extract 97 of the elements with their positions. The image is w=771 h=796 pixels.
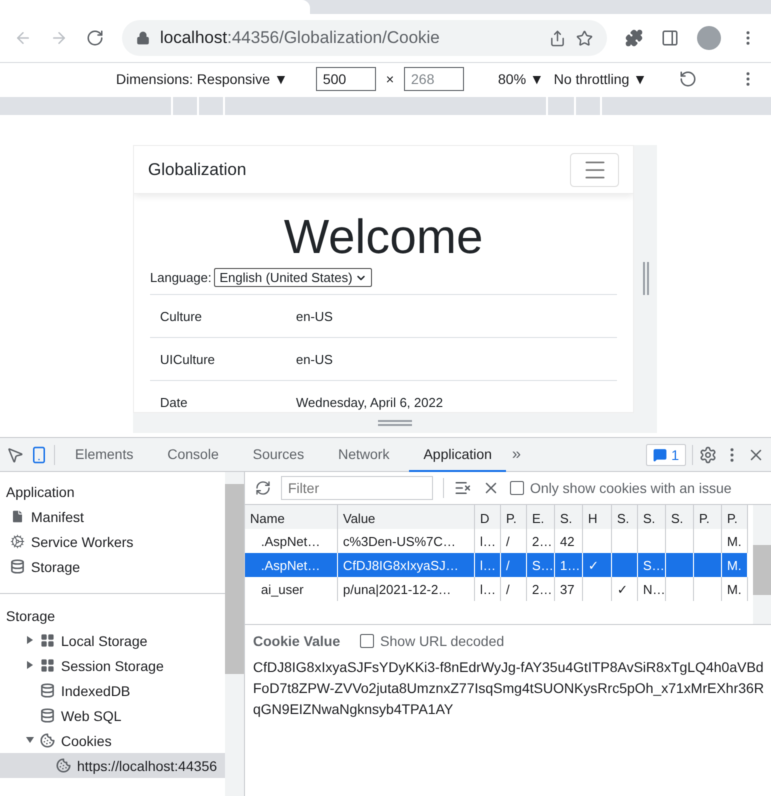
table-cell: Wednesday, April 6, 2022 [296, 394, 443, 410]
devtools-tab[interactable]: Elements [61, 438, 148, 472]
table-cell: M. [722, 553, 748, 577]
database-icon [40, 683, 55, 698]
clear-filter-icon[interactable] [454, 479, 472, 497]
table-cell: ✓ [583, 553, 612, 577]
table-cell [666, 553, 694, 577]
table-cell: / [501, 553, 527, 577]
lock-icon [136, 31, 150, 45]
device-icon[interactable] [30, 446, 48, 464]
grid-icon [40, 658, 55, 673]
sidebar-item[interactable]: Service Workers [0, 529, 225, 554]
table-cell: S… [527, 553, 555, 577]
table-cell [612, 529, 638, 553]
devtools-tab[interactable]: Console [153, 438, 233, 472]
table-cell: S… [638, 553, 666, 577]
table-cell [666, 529, 694, 553]
puzzle-icon[interactable] [625, 29, 643, 47]
star-icon[interactable] [576, 30, 593, 46]
message-icon [653, 448, 668, 462]
table-row[interactable]: .AspNet… [245, 553, 338, 577]
sidebar-item[interactable]: Cookies [0, 728, 225, 753]
table-cell: / [501, 529, 527, 553]
devtools-tab[interactable]: Sources [238, 438, 318, 472]
table-cell: M. [722, 529, 748, 553]
table-cell [583, 529, 612, 553]
inspect-icon[interactable] [6, 446, 24, 464]
table-cell: c%3Den-US%7C… [338, 529, 475, 553]
height-input[interactable]: 268 [404, 66, 464, 90]
devtools-tab[interactable]: Network [324, 438, 404, 472]
resize-handle[interactable] [378, 420, 412, 426]
table-cell: l… [475, 553, 501, 577]
section-title: Application [5, 483, 76, 502]
share-icon[interactable] [549, 30, 566, 46]
table-cell-text: Culture [159, 308, 203, 324]
table-row[interactable]: .AspNet… [245, 529, 338, 553]
table-cell [612, 553, 638, 577]
times-sign: × [386, 70, 394, 86]
scrollbar-thumb[interactable] [225, 484, 244, 674]
collapsed-triangle-icon[interactable] [26, 636, 34, 644]
refresh-icon[interactable] [255, 480, 271, 496]
throttling-dropdown[interactable]: No throttling ▼ [554, 70, 648, 86]
table-cell: 42 [555, 529, 583, 553]
checkbox-label: Only show cookies with an issue [530, 480, 732, 496]
table-cell: en-US [296, 352, 333, 366]
filter-input[interactable]: Filter [281, 476, 433, 500]
sidebar-item[interactable]: https://localhost:44356 [0, 753, 225, 778]
grid-icon [40, 633, 55, 648]
section-title: Storage [5, 607, 56, 626]
table-cell: en-US [296, 308, 333, 324]
sidebar-item[interactable]: Manifest [0, 504, 225, 529]
file-icon [10, 509, 25, 524]
more-tabs-button[interactable]: » [512, 446, 521, 464]
table-cell [694, 529, 722, 553]
database-icon [40, 708, 55, 723]
table-cell-text: Date [159, 394, 188, 410]
checkbox[interactable] [510, 481, 524, 495]
address-bar[interactable]: localhost:44356/Globalization/Cookie [122, 20, 607, 56]
table-cell: 2… [527, 529, 555, 553]
menu-toggle-button[interactable] [570, 152, 619, 186]
sidebar-item[interactable]: Local Storage [0, 628, 225, 653]
language-select[interactable]: English (United States) [214, 268, 372, 287]
table-cell: 1… [555, 553, 583, 577]
issues-button[interactable]: 1 [646, 444, 686, 466]
detail-title: Cookie Value [253, 633, 340, 649]
welcome-heading: Welcome [282, 214, 484, 262]
side-panel-icon[interactable] [661, 29, 679, 47]
resize-handle[interactable] [642, 262, 648, 295]
expanded-triangle-icon[interactable] [26, 736, 34, 744]
avatar[interactable] [697, 26, 721, 50]
settings-icon[interactable] [699, 446, 717, 464]
table-cell [638, 529, 666, 553]
rotate-icon[interactable] [679, 70, 698, 88]
scrollbar-thumb[interactable] [753, 545, 771, 595]
checkbox-label: Show URL decoded [380, 633, 504, 649]
table-cell: CfDJ8IG8xIxyaSJ… [338, 553, 475, 577]
sidebar-item[interactable]: Storage [0, 554, 225, 579]
reload-icon[interactable] [86, 29, 104, 47]
table-cell [694, 553, 722, 577]
zoom-dropdown[interactable]: 80% ▼ [498, 70, 544, 86]
sidebar-item[interactable]: IndexedDB [0, 678, 225, 703]
cookie-icon [56, 758, 71, 773]
width-input[interactable]: 500 [316, 66, 376, 90]
collapsed-triangle-icon[interactable] [26, 660, 34, 668]
table-cell-text: UICulture [159, 352, 216, 366]
checkbox[interactable] [360, 634, 374, 648]
language-label: Language: [150, 270, 212, 285]
sidebar-item[interactable]: Session Storage [0, 653, 225, 678]
sidebar-item[interactable]: Web SQL [0, 703, 225, 728]
database-icon [10, 559, 25, 574]
cookie-value-text: CfDJ8IG8xIxyaSJFsYDyKKi3-f8nEdrWyJg-fAY35u4GtITP8AvSiR8xTgLQ4h0aVBdFoD7t8ZPW-ZVVo2juta8UmznxZ77IsqSmg4tSUONKysRrc5pOh_x71xMrEXhr36RqGN9EIZNwaNgknsyb4TPA1AY [253, 658, 765, 719]
gear-icon [10, 534, 25, 549]
cookie-icon [40, 733, 55, 748]
table-cell: l… [475, 529, 501, 553]
brand-text[interactable]: Globalization [148, 160, 246, 180]
devtools-tab[interactable]: Application [409, 438, 506, 472]
dimensions-dropdown[interactable]: Dimensions: Responsive ▼ [116, 70, 288, 86]
